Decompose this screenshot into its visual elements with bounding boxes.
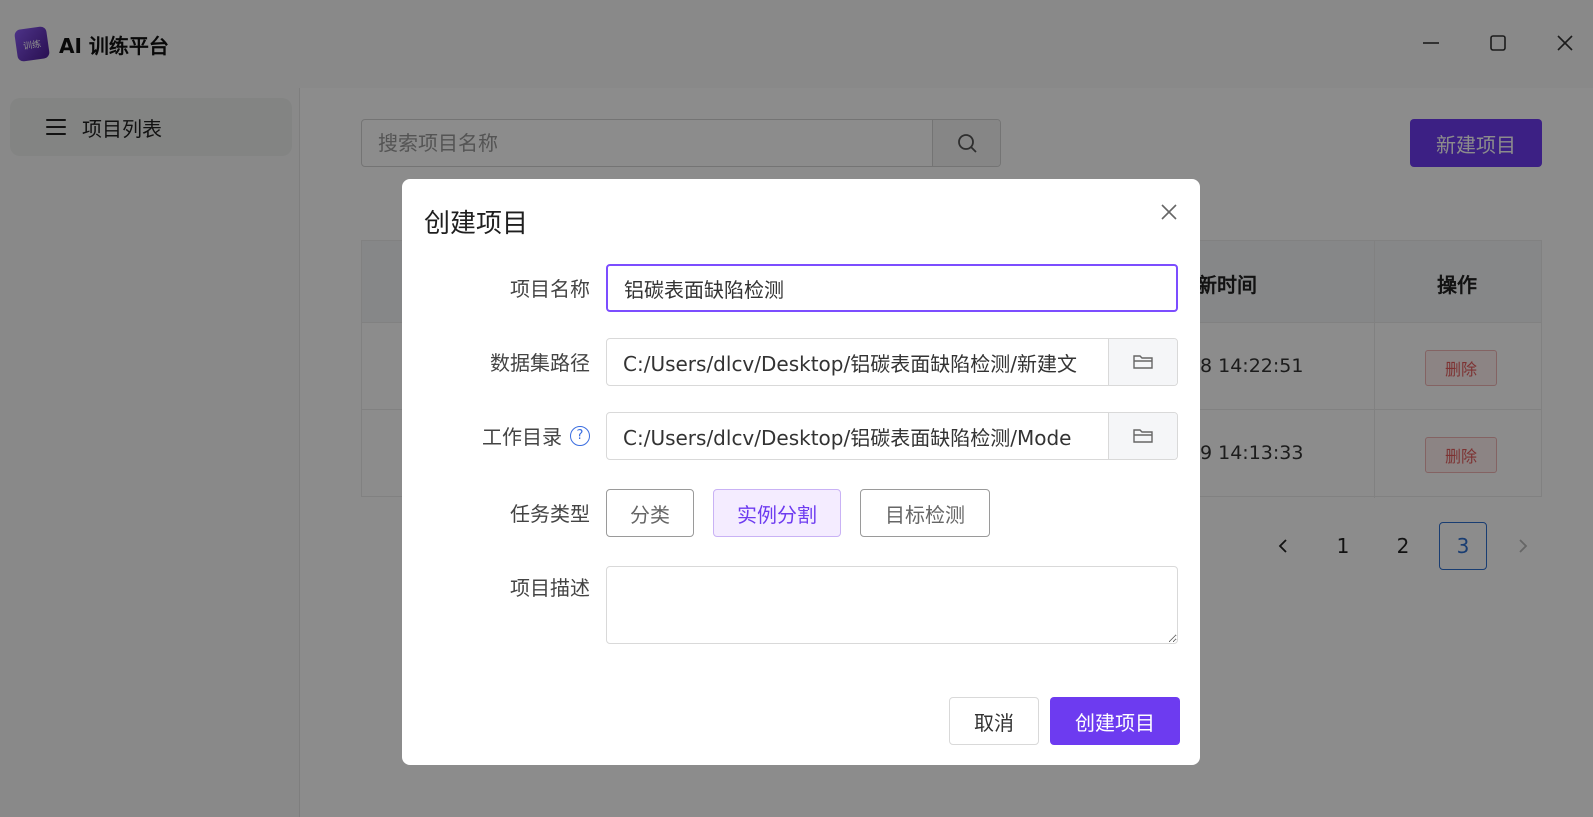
task-type-label: 任务类型 xyxy=(510,502,590,526)
project-name-input[interactable] xyxy=(606,264,1178,312)
task-option-instance-segmentation[interactable]: 实例分割 xyxy=(713,489,841,537)
help-icon[interactable]: ? xyxy=(570,425,590,446)
close-icon xyxy=(1161,204,1177,220)
folder-icon xyxy=(1133,429,1153,443)
task-option-classification[interactable]: 分类 xyxy=(606,489,694,537)
dialog-close-button[interactable] xyxy=(1154,197,1184,227)
workdir-path-value[interactable]: C:/Users/dlcv/Desktop/铝碳表面缺陷检测/Mode xyxy=(607,413,1108,459)
dataset-browse-button[interactable] xyxy=(1108,339,1177,385)
folder-icon xyxy=(1133,355,1153,369)
dataset-path-field: C:/Users/dlcv/Desktop/铝碳表面缺陷检测/新建文 xyxy=(606,338,1178,386)
task-option-object-detection[interactable]: 目标检测 xyxy=(860,489,990,537)
description-textarea[interactable] xyxy=(606,566,1178,644)
cancel-button[interactable]: 取消 xyxy=(949,697,1039,745)
dialog-title: 创建项目 xyxy=(424,209,529,239)
workdir-path-field: C:/Users/dlcv/Desktop/铝碳表面缺陷检测/Mode xyxy=(606,412,1178,460)
description-label: 项目描述 xyxy=(510,576,590,600)
create-project-button[interactable]: 创建项目 xyxy=(1050,697,1180,745)
dataset-path-label: 数据集路径 xyxy=(490,351,590,375)
create-project-dialog: 创建项目 项目名称 数据集路径 C:/Users/dlcv/Desktop/铝碳… xyxy=(402,179,1200,765)
dataset-path-value[interactable]: C:/Users/dlcv/Desktop/铝碳表面缺陷检测/新建文 xyxy=(607,339,1108,385)
project-name-label: 项目名称 xyxy=(510,277,590,301)
workdir-label: 工作目录 ? xyxy=(482,421,590,450)
workdir-browse-button[interactable] xyxy=(1108,413,1177,459)
